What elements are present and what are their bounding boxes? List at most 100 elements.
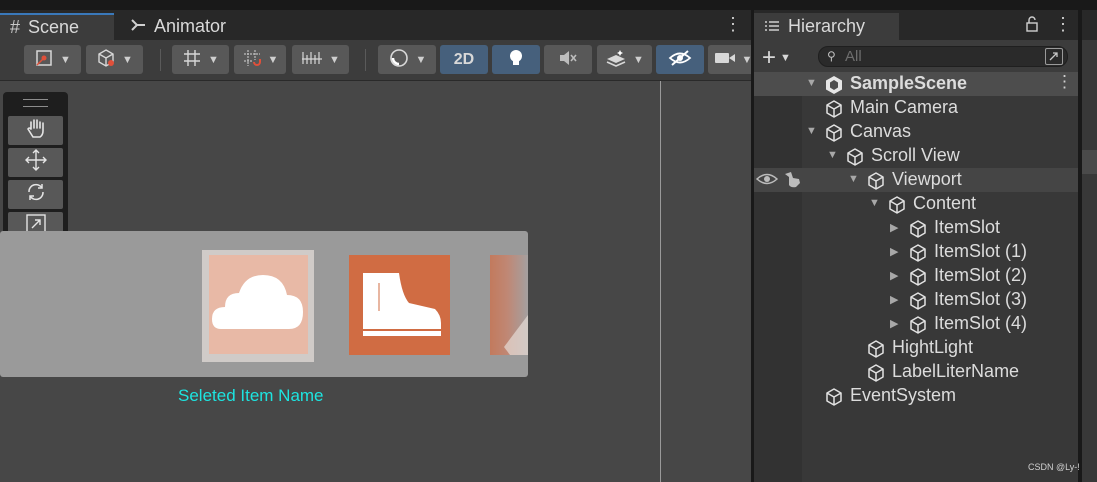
camera-button[interactable]: ▼ <box>708 45 751 74</box>
collapsed-arrow-icon[interactable]: ▶ <box>890 221 898 234</box>
inspector-selected-row <box>1082 150 1097 174</box>
grid-button[interactable]: ▼ <box>172 45 229 74</box>
hidden-objects-toggle[interactable] <box>656 45 704 74</box>
hierarchy-row[interactable]: ▼ Scroll View <box>754 144 1078 168</box>
inspector-tab-bar <box>1082 10 1097 40</box>
rotate-icon <box>25 181 47 208</box>
collapsed-arrow-icon[interactable]: ▶ <box>890 293 898 306</box>
hierarchy-row[interactable]: ▼ Content <box>754 192 1078 216</box>
expanded-arrow-icon[interactable]: ▼ <box>806 125 817 137</box>
lock-icon[interactable] <box>1026 16 1038 37</box>
chevron-down-icon: ▼ <box>741 53 751 66</box>
list-icon <box>764 16 780 37</box>
expanded-arrow-icon[interactable]: ▼ <box>827 149 838 161</box>
scene-tab-bar: # Scene Animator ⋮ <box>0 10 751 40</box>
sphere-icon <box>388 47 410 73</box>
palette-grip-handle[interactable] <box>23 99 48 107</box>
hierarchy-kebab-menu-icon[interactable]: ⋮ <box>1054 14 1072 35</box>
tab-animator[interactable]: Animator <box>124 13 260 40</box>
search-type-icon[interactable] <box>1045 48 1063 65</box>
hash-icon: # <box>10 17 21 37</box>
snap-button[interactable]: ▼ <box>234 45 286 74</box>
expanded-arrow-icon[interactable]: ▼ <box>848 173 859 185</box>
collapsed-arrow-icon[interactable]: ▶ <box>890 269 898 282</box>
top-strip <box>0 0 1097 10</box>
boot-icon[interactable] <box>349 255 450 355</box>
hierarchy-row[interactable]: ▼ Viewport <box>754 168 1078 192</box>
audio-toggle[interactable] <box>544 45 592 74</box>
render-mode-button[interactable]: ▼ <box>378 45 436 74</box>
gameobject-cube-icon <box>866 171 886 191</box>
gameobject-cube-icon <box>824 123 844 143</box>
chevron-down-icon: ▼ <box>633 53 644 66</box>
snap-icon <box>242 48 262 72</box>
inspector-panel-edge <box>1082 10 1097 482</box>
draw-mode-button[interactable]: ▼ <box>24 45 81 74</box>
watermark: CSDN @Ly-! <box>1028 462 1080 472</box>
hierarchy-item-label: Scroll View <box>871 145 960 165</box>
speaker-muted-icon <box>558 49 578 71</box>
selected-item-name-label: Seleted Item Name <box>178 386 324 405</box>
gameobject-cube-icon <box>908 243 928 263</box>
hierarchy-item-label: Content <box>913 193 977 213</box>
shading-button[interactable]: ▼ <box>86 45 143 74</box>
scroll-view[interactable] <box>0 231 528 377</box>
scene-name: SampleScene <box>850 73 968 93</box>
gameobject-cube-icon <box>845 147 865 167</box>
unity-scene-icon <box>824 75 844 95</box>
gameobject-cube-icon <box>908 267 928 287</box>
hierarchy-row[interactable]: ▶ ItemSlot (1) <box>754 240 1078 264</box>
hierarchy-item-label: Main Camera <box>850 97 959 117</box>
collapsed-arrow-icon[interactable]: ▶ <box>890 317 898 330</box>
lightbulb-icon <box>507 48 525 72</box>
hierarchy-row[interactable]: ▶ ItemSlot (2) <box>754 264 1078 288</box>
scene-root-row[interactable]: ▼ SampleScene ⋮ <box>754 72 1078 96</box>
plus-icon: + <box>762 44 777 71</box>
hierarchy-panel: Hierarchy ⋮ +▼ ⚲ ▼ SampleScene ⋮ Main Ca… <box>754 10 1078 482</box>
add-object-button[interactable]: + ▼ <box>762 44 791 72</box>
hierarchy-row[interactable]: ▶ ItemSlot <box>754 216 1078 240</box>
tab-hierarchy[interactable]: Hierarchy <box>754 13 899 40</box>
scene-viewport[interactable]: Seleted Item Name <box>0 81 751 482</box>
hierarchy-tab-bar: Hierarchy ⋮ <box>754 10 1078 40</box>
hierarchy-row[interactable]: EventSystem <box>754 384 1078 408</box>
chevron-down-icon: ▼ <box>780 52 791 64</box>
hierarchy-row[interactable]: ▶ ItemSlot (3) <box>754 288 1078 312</box>
gameobject-cube-icon <box>824 99 844 119</box>
rotate-tool[interactable] <box>8 180 63 209</box>
move-tool[interactable] <box>8 148 63 177</box>
chevron-down-icon: ▼ <box>122 53 133 66</box>
canvas-boundary-line <box>660 81 661 482</box>
scene-row-kebab-icon[interactable]: ⋮ <box>1056 72 1073 92</box>
2d-toggle[interactable]: 2D <box>440 45 488 74</box>
hierarchy-row[interactable]: HightLight <box>754 336 1078 360</box>
hierarchy-row[interactable]: LabelLiterName <box>754 360 1078 384</box>
hand-icon <box>26 117 46 144</box>
partial-item-icon[interactable] <box>490 255 528 355</box>
item-slot-selected[interactable] <box>202 250 314 362</box>
hierarchy-row[interactable]: ▼ Canvas <box>754 120 1078 144</box>
hierarchy-tree: ▼ SampleScene ⋮ Main Camera ▼ Canvas ▼ Scrol… <box>754 72 1078 482</box>
visibility-eye-icon[interactable] <box>755 171 779 192</box>
picking-hand-icon[interactable] <box>782 171 802 194</box>
effects-button[interactable]: ▼ <box>597 45 652 74</box>
hierarchy-item-label: ItemSlot (2) <box>934 265 1028 285</box>
hierarchy-search-input[interactable] <box>845 47 1035 66</box>
expanded-arrow-icon[interactable]: ▼ <box>869 197 880 209</box>
animator-icon <box>130 16 146 37</box>
scene-kebab-menu-icon[interactable]: ⋮ <box>724 14 742 35</box>
increment-button[interactable]: ▼ <box>292 45 349 74</box>
scene-panel: # Scene Animator ⋮ ▼ ▼ ▼ ▼ ▼ ▼ 2D ▼ ▼ Se… <box>0 10 751 482</box>
gizmo-icon <box>34 48 54 72</box>
gameobject-cube-icon <box>866 363 886 383</box>
collapsed-arrow-icon[interactable]: ▶ <box>890 245 898 258</box>
hierarchy-row[interactable]: Main Camera <box>754 96 1078 120</box>
hand-tool[interactable] <box>8 116 63 145</box>
lighting-toggle[interactable] <box>492 45 540 74</box>
chevron-down-icon: ▼ <box>267 53 279 66</box>
tab-scene[interactable]: # Scene <box>0 13 114 40</box>
hierarchy-item-label: Viewport <box>892 169 962 189</box>
chevron-down-icon: ▼ <box>415 53 427 66</box>
expanded-arrow-icon[interactable]: ▼ <box>806 77 817 89</box>
hierarchy-row[interactable]: ▶ ItemSlot (4) <box>754 312 1078 336</box>
